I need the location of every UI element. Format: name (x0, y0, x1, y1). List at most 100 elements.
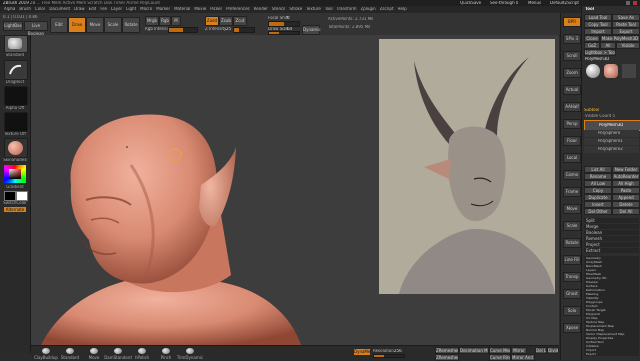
minimize-icon[interactable] (626, 1, 630, 5)
menu-item[interactable]: Layer (111, 7, 122, 11)
subtool-item[interactable]: PolySphere1 (584, 138, 639, 145)
split-section[interactable]: Split (584, 218, 639, 223)
scale-button[interactable]: Scale (104, 17, 122, 33)
right-shelf-button[interactable]: Persp (563, 119, 581, 129)
menu-item[interactable]: Texture (306, 7, 321, 11)
menu-item[interactable]: Zplugin (361, 7, 376, 11)
texture-thumbnail[interactable] (4, 112, 28, 132)
m-button[interactable]: M (171, 16, 181, 26)
insert-button[interactable]: Insert (584, 201, 612, 208)
del-lower-button[interactable]: Del Lower (535, 347, 547, 354)
make-polymesh-button[interactable]: Make PolyMesh3D (600, 35, 640, 42)
del-other-button[interactable]: Del Other (584, 208, 612, 215)
boolean-section[interactable]: Boolean (584, 230, 639, 235)
menu-item[interactable]: Draw (74, 7, 84, 11)
zsub-button[interactable]: Zsub (219, 16, 233, 26)
menu-item[interactable]: Tool (325, 7, 333, 11)
paste-button[interactable]: Paste (612, 187, 640, 194)
resolution-slider[interactable] (373, 354, 405, 358)
edit-button[interactable]: Edit (50, 17, 68, 33)
subtool-item[interactable]: PolySphere2 (584, 146, 639, 153)
menus-toggle[interactable]: Menus (528, 1, 541, 5)
goz-button[interactable]: GoZ (584, 42, 600, 49)
append-button[interactable]: Append (612, 194, 640, 201)
draw-button[interactable]: Draw (68, 17, 86, 33)
right-shelf-button[interactable]: Scale (563, 221, 581, 231)
right-shelf-button[interactable]: Move (563, 204, 581, 214)
rgb-button[interactable]: Rgb (159, 16, 171, 26)
import-button[interactable]: Import (584, 28, 612, 35)
decimation-button[interactable]: Decimation Master (459, 347, 489, 354)
subtool-item[interactable]: PolySphere (584, 130, 639, 137)
rotate-button[interactable]: Rotate (122, 17, 140, 33)
brush-thumbnail[interactable] (4, 35, 28, 53)
copy-tool-button[interactable]: Copy Tool (584, 21, 612, 28)
right-shelf-button[interactable]: BPR (563, 17, 581, 27)
right-shelf-button[interactable]: SPix 3 (563, 34, 581, 44)
menu-item[interactable]: Brush (19, 7, 31, 11)
right-shelf-button[interactable]: Gizmo (563, 170, 581, 180)
menu-item[interactable]: Transform (337, 7, 357, 11)
canvas-viewport[interactable] (31, 35, 559, 345)
extract-section[interactable]: Extract (584, 248, 639, 253)
duplicate-button[interactable]: Duplicate (584, 194, 612, 201)
right-shelf-button[interactable]: Frame (563, 187, 581, 197)
right-shelf-button[interactable]: Floor (563, 136, 581, 146)
right-shelf-button[interactable]: Solo (563, 306, 581, 316)
menu-item[interactable]: Stencil (272, 7, 286, 11)
tool-thumbnail-head[interactable] (604, 64, 618, 78)
menu-item[interactable]: Macro (140, 7, 152, 11)
mirror-button[interactable]: Mirror (511, 347, 527, 354)
all-button[interactable]: All (600, 42, 616, 49)
clone-button[interactable]: Clone (584, 35, 600, 42)
subtool-section-header[interactable]: Subtool (584, 108, 639, 112)
close-icon[interactable] (633, 1, 637, 5)
merge-section[interactable]: Merge (584, 224, 639, 229)
zremesher-button[interactable]: ZRemesher (435, 347, 459, 354)
menu-item[interactable]: Edit (89, 7, 97, 11)
menu-item[interactable]: Material (174, 7, 190, 11)
right-shelf-button[interactable]: Actual (563, 85, 581, 95)
live-boolean-button[interactable]: Live Boolean (24, 21, 48, 36)
default-script-button[interactable]: DefaultZScript (550, 1, 579, 5)
menu-item[interactable]: Preferences (226, 7, 250, 11)
right-shelf-button[interactable]: Ghost (563, 289, 581, 299)
menu-item[interactable]: Picker (210, 7, 222, 11)
stroke-thumbnail[interactable] (4, 60, 28, 80)
save-as-button[interactable]: Save As (612, 14, 640, 21)
dynamesh-button[interactable]: DynaMesh (354, 349, 370, 355)
right-shelf-button[interactable]: Xpose (563, 323, 581, 333)
quicksave-button[interactable]: QuickSave (460, 1, 481, 5)
menu-item[interactable]: Color (35, 7, 45, 11)
move-button[interactable]: Move (86, 17, 104, 33)
divide-button[interactable]: Divide (547, 347, 559, 354)
z-intensity-slider[interactable] (233, 27, 255, 33)
all-high-button[interactable]: All High (612, 180, 640, 187)
visible-button[interactable]: Visible (616, 42, 640, 49)
zadd-button[interactable]: Zadd (205, 16, 219, 26)
menu-item[interactable]: Stroke (289, 7, 302, 11)
right-shelf-button[interactable]: Rotate (563, 238, 581, 248)
right-shelf-button[interactable]: Scroll (563, 51, 581, 61)
menu-item[interactable]: Zscript (380, 7, 394, 11)
load-tool-button[interactable]: Load Tool (584, 14, 612, 21)
color-picker[interactable] (4, 165, 26, 183)
menu-item[interactable]: Help (398, 7, 407, 11)
right-shelf-button[interactable]: Transp (563, 272, 581, 282)
switch-color-button[interactable]: SwitchColor (2, 201, 28, 205)
brush-slot-trimdynamic[interactable]: TrimDynamic (175, 348, 205, 360)
lightbox-tools-button[interactable]: Lightbox > Tools (584, 49, 616, 56)
menu-item[interactable]: File (100, 7, 107, 11)
gradient-label[interactable]: Gradient (2, 185, 28, 189)
see-through-slider[interactable]: See-through 0 (490, 1, 518, 5)
menu-item[interactable]: Document (49, 7, 70, 11)
export-button[interactable]: Export (612, 28, 640, 35)
main-color-swatch[interactable] (4, 191, 16, 201)
menu-item[interactable]: Render (254, 7, 268, 11)
zcut-button[interactable]: Zcut (233, 16, 247, 26)
all-low-button[interactable]: All Low (584, 180, 612, 187)
menu-item[interactable]: Movie (194, 7, 206, 11)
menu-item[interactable]: Light (126, 7, 136, 11)
menu-item[interactable]: Alpha (4, 7, 15, 11)
tool-thumbnail-simplebrush[interactable] (622, 64, 636, 78)
